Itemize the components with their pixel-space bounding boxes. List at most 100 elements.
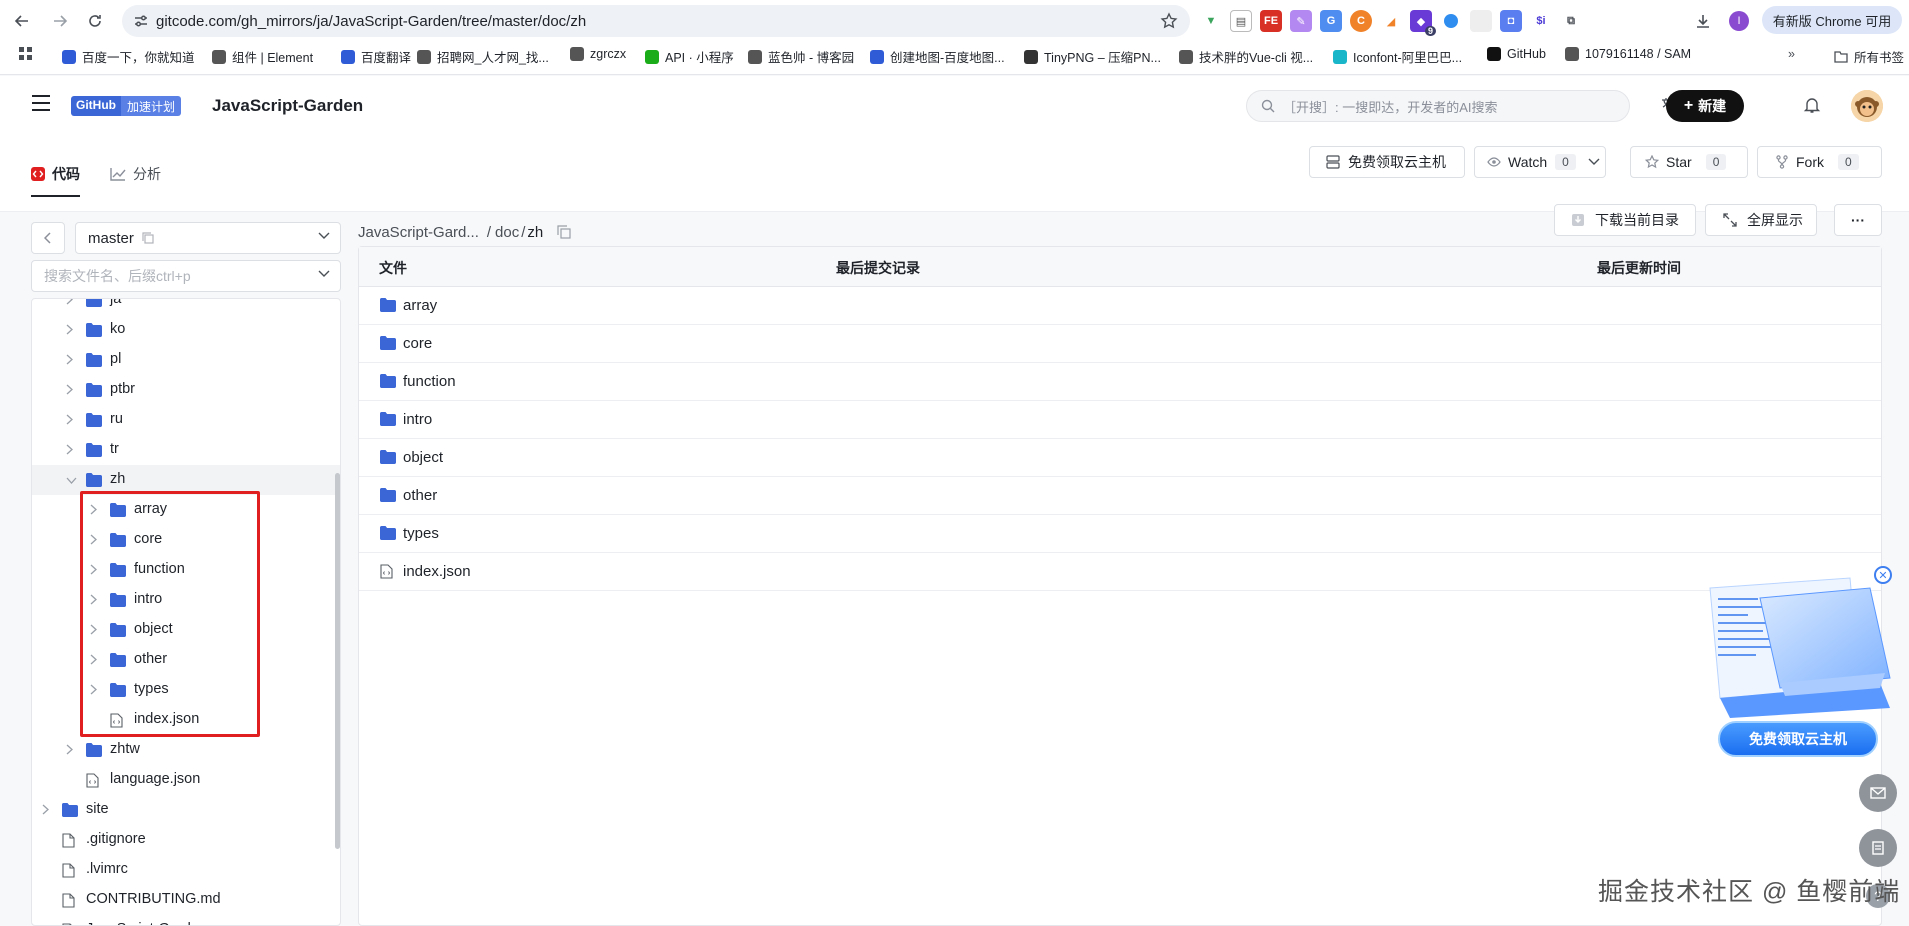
file-name[interactable]: core bbox=[403, 335, 432, 352]
tree-item[interactable]: array bbox=[32, 495, 340, 525]
chevron-right-icon[interactable] bbox=[66, 384, 73, 395]
chevron-right-icon[interactable] bbox=[90, 624, 97, 635]
file-row[interactable]: other bbox=[359, 477, 1881, 515]
menu-icon[interactable] bbox=[31, 94, 51, 112]
bookmark-item[interactable]: 招聘网_人才网_找... bbox=[417, 47, 549, 66]
si-ext-icon[interactable]: $i bbox=[1530, 10, 1552, 32]
file-row[interactable]: types bbox=[359, 515, 1881, 553]
bookmark-item[interactable]: API · 小程序 bbox=[645, 47, 734, 66]
chevron-right-icon[interactable] bbox=[90, 564, 97, 575]
chevron-right-icon[interactable] bbox=[66, 744, 73, 755]
puzzle-icon[interactable]: ⧉ bbox=[1560, 10, 1582, 32]
star-button[interactable]: Star 0 bbox=[1630, 146, 1748, 178]
chevron-right-icon[interactable] bbox=[66, 414, 73, 425]
bookmark-item[interactable]: 组件 | Element bbox=[212, 47, 313, 66]
profile-icon[interactable]: I bbox=[1726, 8, 1752, 34]
fe-helper-icon[interactable]: FE bbox=[1260, 10, 1282, 32]
new-button[interactable]: + 新建 bbox=[1666, 90, 1744, 122]
chevron-down-icon[interactable] bbox=[318, 270, 330, 278]
tree-item[interactable]: function bbox=[32, 555, 340, 585]
vue-devtools-icon[interactable]: ▼ bbox=[1200, 10, 1222, 32]
copy-path-icon[interactable] bbox=[557, 225, 571, 239]
file-row[interactable]: function bbox=[359, 363, 1881, 401]
chevron-right-icon[interactable] bbox=[90, 504, 97, 515]
close-icon[interactable]: ✕ bbox=[1874, 566, 1892, 584]
file-row[interactable]: object bbox=[359, 439, 1881, 477]
bookmark-item[interactable]: 技术胖的Vue-cli 视... bbox=[1179, 47, 1313, 66]
repo-name[interactable]: JavaScript-Garden bbox=[212, 96, 363, 116]
watch-button[interactable]: Watch 0 bbox=[1474, 146, 1606, 178]
blue-dot-ext-icon[interactable] bbox=[1444, 14, 1458, 28]
chevron-right-icon[interactable] bbox=[90, 684, 97, 695]
badge-ext-icon[interactable]: ◆ 9 bbox=[1410, 10, 1436, 36]
chevron-right-icon[interactable] bbox=[90, 654, 97, 665]
chevron-right-icon[interactable] bbox=[42, 804, 49, 815]
bookmark-item[interactable]: 百度一下，你就知道 bbox=[62, 47, 195, 66]
notification-bell-icon[interactable] bbox=[1803, 96, 1821, 114]
blank-ext-icon[interactable] bbox=[1470, 10, 1492, 32]
file-name[interactable]: types bbox=[403, 525, 439, 542]
tree-item[interactable]: core bbox=[32, 525, 340, 555]
chevron-down-icon[interactable] bbox=[66, 477, 77, 484]
file-search-input[interactable]: 搜索文件名、后缀ctrl+p bbox=[31, 260, 341, 292]
chevron-right-icon[interactable] bbox=[66, 354, 73, 365]
paint-ext-icon[interactable]: ✎ bbox=[1290, 10, 1312, 32]
tree-item[interactable]: .gitignore bbox=[32, 825, 340, 855]
bookmark-star-icon[interactable] bbox=[1160, 12, 1178, 30]
copy-ext-icon[interactable]: ▤ bbox=[1230, 10, 1252, 32]
fish-ext-icon[interactable]: ◢ bbox=[1380, 10, 1402, 32]
tree-item[interactable]: tr bbox=[32, 435, 340, 465]
tree-scrollbar[interactable] bbox=[335, 473, 340, 849]
fork-button[interactable]: Fork 0 bbox=[1757, 146, 1882, 178]
all-bookmarks[interactable]: 所有书签 bbox=[1834, 47, 1904, 66]
address-bar[interactable]: gitcode.com/gh_mirrors/ja/JavaScript-Gar… bbox=[122, 5, 1190, 37]
global-search-input[interactable]: ［开搜］: 一搜即达，开发者的AI搜索 bbox=[1246, 90, 1630, 122]
bookmark-item[interactable]: 百度翻译 bbox=[341, 47, 411, 66]
translate-ext-icon[interactable]: G bbox=[1320, 10, 1342, 32]
chrome-update-badge[interactable]: 有新版 Chrome 可用 bbox=[1762, 6, 1902, 34]
tree-item[interactable]: zhtw bbox=[32, 735, 340, 765]
tree-item[interactable]: ja bbox=[32, 299, 340, 315]
tree-item[interactable]: site bbox=[32, 795, 340, 825]
tree-item[interactable]: ptbr bbox=[32, 375, 340, 405]
file-name[interactable]: object bbox=[403, 449, 443, 466]
chevron-down-icon[interactable] bbox=[1588, 158, 1600, 166]
branch-select[interactable]: master bbox=[75, 222, 341, 254]
tree-item[interactable]: object bbox=[32, 615, 340, 645]
tree-item[interactable]: CONTRIBUTING.md bbox=[32, 885, 340, 915]
tab-analysis[interactable]: 分析 bbox=[110, 152, 161, 196]
promo-free-cloud-button[interactable]: 免费领取云主机 bbox=[1718, 721, 1878, 757]
breadcrumb-doc[interactable]: doc bbox=[495, 224, 519, 241]
tree-item[interactable]: ko bbox=[32, 315, 340, 345]
tree-item[interactable]: pl bbox=[32, 345, 340, 375]
free-cloud-button[interactable]: 免费领取云主机 bbox=[1309, 146, 1465, 178]
tree-item[interactable]: ru bbox=[32, 405, 340, 435]
tree-item[interactable]: zh bbox=[32, 465, 340, 495]
chevron-right-icon[interactable] bbox=[90, 594, 97, 605]
collapse-tree-button[interactable] bbox=[31, 222, 65, 254]
forward-arrow-icon[interactable] bbox=[47, 8, 73, 34]
chevron-right-icon[interactable] bbox=[66, 299, 73, 305]
bookmark-item[interactable]: GitHub bbox=[1487, 47, 1546, 61]
tree-item[interactable]: intro bbox=[32, 585, 340, 615]
chat-ext-icon[interactable]: ◘ bbox=[1500, 10, 1522, 32]
orange-ext-icon[interactable]: C bbox=[1350, 10, 1372, 32]
download-icon[interactable] bbox=[1690, 8, 1716, 34]
tree-item[interactable]: language.json bbox=[32, 765, 340, 795]
tree-item[interactable]: other bbox=[32, 645, 340, 675]
tree-item[interactable]: index.json bbox=[32, 705, 340, 735]
file-row[interactable]: intro bbox=[359, 401, 1881, 439]
bookmark-item[interactable]: zgrczx bbox=[570, 47, 626, 61]
breadcrumb-root[interactable]: JavaScript-Gard... bbox=[358, 224, 479, 241]
file-row[interactable]: index.json bbox=[359, 553, 1881, 591]
tree-item[interactable]: JavaScript-Garden bbox=[32, 915, 340, 925]
fullscreen-button[interactable]: 全屏显示 bbox=[1705, 204, 1817, 236]
reload-icon[interactable] bbox=[82, 8, 108, 34]
copy-icon[interactable] bbox=[142, 232, 154, 244]
tab-code[interactable]: 代码 bbox=[31, 152, 80, 197]
github-accel-badge[interactable]: GitHub 加速计划 bbox=[71, 96, 182, 116]
file-row[interactable]: array bbox=[359, 287, 1881, 325]
site-settings-icon[interactable] bbox=[133, 13, 149, 29]
mail-icon[interactable] bbox=[1859, 774, 1897, 812]
bookmark-item[interactable]: 创建地图-百度地图... bbox=[870, 47, 1005, 66]
